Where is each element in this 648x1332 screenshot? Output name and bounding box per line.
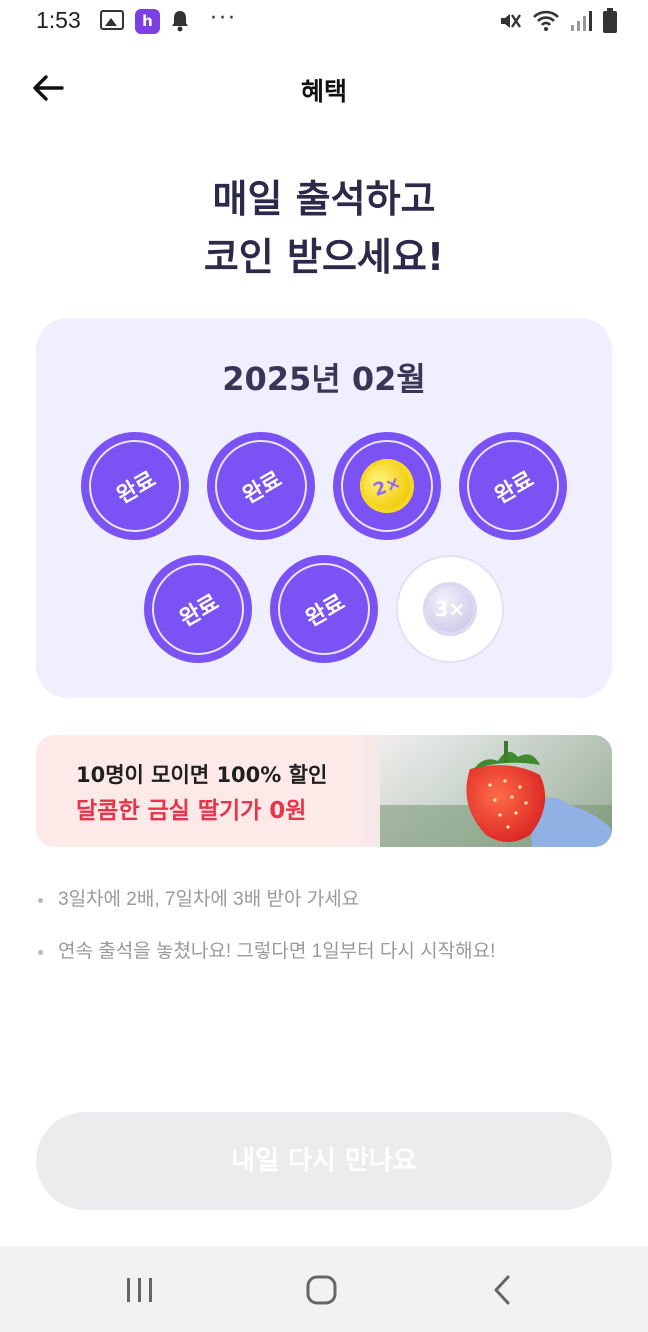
attendance-card: 2025년 02월 완료 완료 2× 완료 완료 완료 3× (36, 318, 612, 698)
status-time: 1:53 (36, 7, 81, 33)
recent-apps-icon[interactable] (124, 1272, 156, 1308)
more-notifications-icon: ··· (210, 6, 237, 31)
image-icon (100, 10, 124, 30)
system-icons (498, 8, 618, 34)
note-item: 연속 출석을 놓쳤나요! 그렇다면 1일부터 다시 시작해요! (36, 936, 612, 988)
strawberry-image (380, 735, 612, 847)
wifi-icon (533, 10, 559, 31)
battery-icon (603, 8, 617, 33)
gold-coin-icon: 2× (352, 451, 422, 521)
day-stamp-3-bonus: 2× (333, 432, 441, 540)
stamp-label: 완료 (301, 590, 350, 633)
bell-icon (172, 11, 188, 32)
mute-icon (501, 14, 521, 28)
promo-subtitle: 달콤한 금실 딸기가 0원 (76, 798, 307, 824)
day-stamp-5: 완료 (144, 555, 252, 663)
stamp-label: 완료 (112, 467, 161, 510)
day-stamp-7-bonus: 3× (396, 555, 504, 663)
headline-line-1: 매일 출석하고 (212, 177, 436, 221)
month-label: 2025년 02월 (222, 360, 426, 398)
promo-banner[interactable]: 10명이 모이면 100% 할인 달콤한 금실 딸기가 0원 (36, 735, 612, 847)
note-item: 3일차에 2배, 7일차에 3배 받아 가세요 (36, 884, 612, 936)
system-nav-bar (0, 1246, 648, 1332)
day-stamp-4: 완료 (459, 432, 567, 540)
day-stamp-2: 완료 (207, 432, 315, 540)
home-icon[interactable] (304, 1272, 340, 1308)
back-nav-icon[interactable] (488, 1272, 518, 1308)
silver-coin-icon: 3× (423, 582, 477, 636)
app-icon: h (135, 9, 160, 34)
see-you-tomorrow-button[interactable]: 내일 다시 만나요 (36, 1112, 612, 1210)
stamp-label: 완료 (175, 590, 224, 633)
stamp-label: 완료 (490, 467, 539, 510)
day-stamp-6: 완료 (270, 555, 378, 663)
stamp-label: 완료 (238, 467, 287, 510)
promo-title: 10명이 모이면 100% 할인 (76, 763, 328, 787)
app-header: 혜택 (0, 56, 648, 120)
day-stamp-1: 완료 (81, 432, 189, 540)
status-bar: 1:53 h ··· (0, 0, 648, 44)
signal-icon (571, 11, 592, 31)
info-notes: 3일차에 2배, 7일차에 3배 받아 가세요 연속 출석을 놓쳤나요! 그렇다… (36, 884, 612, 988)
page-title: 혜택 (300, 77, 347, 106)
headline-line-2: 코인 받으세요! (203, 235, 445, 279)
headline: 매일 출석하고 코인 받으세요! (0, 170, 648, 286)
